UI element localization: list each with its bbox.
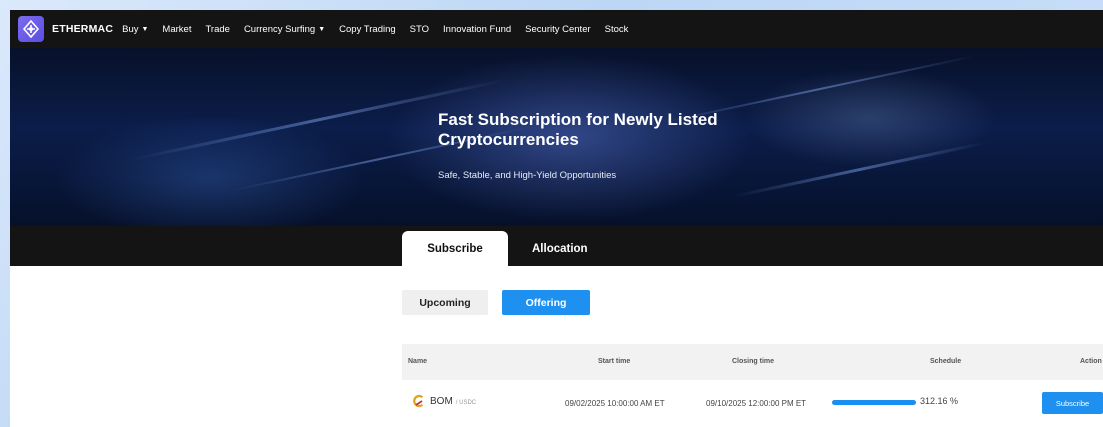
nav-item-innovation-fund[interactable]: Innovation Fund [443,24,511,35]
banner-title: Fast Subscription for Newly Listed Crypt… [438,110,718,149]
app-frame: ETHERMAC Buy ▼ Market Trade Currency Surf… [10,10,1103,427]
nav-item-currency-surfing[interactable]: Currency Surfing ▼ [244,24,325,35]
caret-down-icon: ▼ [318,25,326,33]
top-nav: ETHERMAC Buy ▼ Market Trade Currency Surf… [10,10,1103,48]
tab-allocation[interactable]: Allocation [532,231,588,266]
tab-subscribe[interactable]: Subscribe [402,231,508,266]
nav-item-sto[interactable]: STO [410,24,429,35]
subscribe-button[interactable]: Subscribe [1042,392,1103,414]
nav-item-label: Security Center [525,23,591,35]
nav-item-trade[interactable]: Trade [205,24,229,35]
nav-item-label: Currency Surfing [243,23,316,35]
hero-banner: Fast Subscription for Newly Listed Crypt… [10,48,1103,226]
bom-coin-icon [412,394,426,408]
nav-item-label: Copy Trading [339,23,396,35]
schedule-progress-fill [832,400,916,405]
coin-quote: / USDC [455,400,477,406]
column-header-action: Action [1080,358,1102,365]
column-header-closing-time: Closing time [732,358,775,365]
nav-item-market[interactable]: Market [162,24,191,35]
start-time-cell: 09/02/2025 10:00:00 AM ET [565,399,665,408]
column-header-start-time: Start time [598,358,631,365]
filter-upcoming-button[interactable]: Upcoming [402,290,488,315]
nav-item-buy[interactable]: Buy ▼ [122,24,148,35]
schedule-percent: 312.16 % [920,396,959,406]
banner-subtitle: Safe, Stable, and High-Yield Opportuniti… [438,170,617,181]
nav-item-label: Buy [122,23,139,35]
coin-symbol: BOM [430,396,453,407]
tab-bar: Subscribe Allocation [10,226,1103,266]
coin-name: BOM / USDC [430,396,476,407]
nav-item-label: STO [409,23,430,35]
column-header-schedule: Schedule [930,358,962,365]
closing-time-cell: 09/10/2025 12:00:00 PM ET [706,399,807,408]
table-row: BOM / USDC 09/02/2025 10:00:00 AM ET 09/1… [402,388,1103,420]
nav-item-label: Innovation Fund [443,23,512,35]
nav-item-label: Market [162,23,192,35]
filter-offering-button[interactable]: Offering [502,290,590,315]
nav-item-label: Trade [205,23,230,35]
nav-item-copy-trading[interactable]: Copy Trading [339,24,396,35]
light-streak-decoration [732,141,988,198]
column-header-name: Name [408,358,428,365]
nav-item-label: Stock [604,23,629,35]
nav-item-security-center[interactable]: Security Center [525,24,590,35]
schedule-progress-bar [832,400,916,405]
caret-down-icon: ▼ [141,25,149,33]
brand-name[interactable]: ETHERMAC [52,23,113,35]
ethermac-logo-icon[interactable] [18,16,44,42]
table-header: Name Start time Closing time Schedule Ac… [402,344,1103,380]
nav-item-stock[interactable]: Stock [605,24,629,35]
